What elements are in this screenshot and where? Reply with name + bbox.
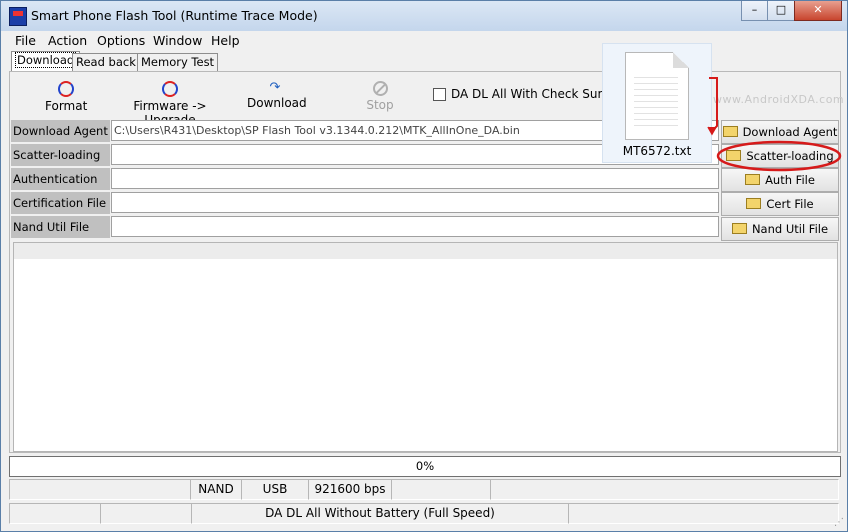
status-baud: 921600 bps xyxy=(308,479,392,500)
authentication-file-label: Authentication File xyxy=(11,168,110,208)
close-button[interactable]: ✕ xyxy=(794,1,842,21)
app-icon xyxy=(9,7,27,26)
nand-util-file-button[interactable]: Nand Util File xyxy=(721,217,839,241)
download-icon: ↷ xyxy=(269,80,281,95)
format-icon xyxy=(58,81,74,97)
minimize-button[interactable]: – xyxy=(741,1,768,21)
progress-text: 0% xyxy=(415,459,435,473)
status-mode: DA DL All Without Battery (Full Speed) xyxy=(191,503,569,524)
menu-options[interactable]: Options xyxy=(97,33,145,48)
download-button[interactable]: ↷ Download xyxy=(247,80,307,110)
status-storage: NAND xyxy=(190,479,242,500)
checksum-label: DA DL All With Check Sum xyxy=(451,87,610,101)
status-cell-empty xyxy=(490,479,839,500)
resize-grip-icon[interactable]: ⋰ xyxy=(834,517,844,528)
download-agent-label: Download Agent xyxy=(11,120,110,142)
scatter-loading-label: Scatter-loading File xyxy=(11,144,110,184)
tab-download-label: Download xyxy=(15,52,77,68)
annotation-arrow-icon xyxy=(707,77,842,172)
stop-icon xyxy=(372,81,388,96)
certification-file-field[interactable] xyxy=(111,192,719,213)
status-cell-empty xyxy=(100,503,192,524)
menu-window[interactable]: Window xyxy=(153,33,202,48)
format-label: Format xyxy=(45,99,88,113)
certification-file-label: Certification File xyxy=(11,192,110,214)
stop-button[interactable]: Stop xyxy=(363,81,397,112)
status-cell-empty xyxy=(568,503,839,524)
tab-read-back[interactable]: Read back xyxy=(72,53,140,72)
folder-icon xyxy=(746,198,762,209)
log-header-stripe xyxy=(14,243,837,259)
checksum-checkbox[interactable] xyxy=(433,88,446,101)
cert-file-button-label: Cert File xyxy=(766,197,814,211)
menu-help[interactable]: Help xyxy=(211,33,240,48)
nand-util-file-button-label: Nand Util File xyxy=(751,222,829,236)
status-cell-empty xyxy=(391,479,491,500)
menu-action[interactable]: Action xyxy=(48,33,87,48)
log-area[interactable] xyxy=(13,242,838,452)
title-bar[interactable]: Smart Phone Flash Tool (Runtime Trace Mo… xyxy=(1,1,847,31)
tab-download[interactable]: Download xyxy=(11,51,81,72)
folder-icon xyxy=(731,223,747,234)
menu-file[interactable]: File xyxy=(15,33,36,48)
nand-util-file-label: Nand Util File xyxy=(11,216,110,238)
scatter-loading-highlight-ellipse xyxy=(716,140,842,172)
authentication-file-field[interactable] xyxy=(111,168,719,189)
status-cell-empty xyxy=(9,479,191,500)
status-connection: USB xyxy=(241,479,309,500)
nand-util-file-field[interactable] xyxy=(111,216,719,237)
menu-bar: File Action Options Window Help xyxy=(1,31,847,50)
download-label: Download xyxy=(247,96,307,110)
app-window: Smart Phone Flash Tool (Runtime Trace Mo… xyxy=(0,0,848,532)
tab-memory-test[interactable]: Memory Test xyxy=(137,53,219,72)
firmware-upgrade-icon xyxy=(162,81,178,97)
status-bar-top: NAND USB 921600 bps xyxy=(9,479,839,500)
text-file-icon xyxy=(625,52,689,140)
format-button[interactable]: Format xyxy=(45,81,87,113)
status-bar-bottom: DA DL All Without Battery (Full Speed) xyxy=(9,503,839,524)
progress-bar: 0% xyxy=(9,456,841,477)
stop-label: Stop xyxy=(366,98,394,112)
file-name: MT6572.txt xyxy=(622,144,692,158)
status-cell-empty xyxy=(9,503,101,524)
window-title: Smart Phone Flash Tool (Runtime Trace Mo… xyxy=(31,8,318,23)
maximize-button[interactable]: □ xyxy=(767,1,795,21)
file-drag-preview: MT6572.txt xyxy=(602,43,712,163)
